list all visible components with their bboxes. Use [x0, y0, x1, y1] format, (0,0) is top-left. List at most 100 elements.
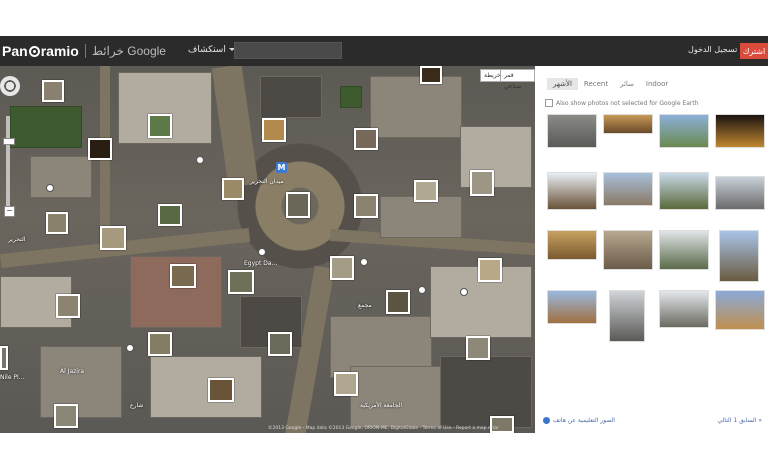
location-pin[interactable]	[460, 288, 468, 296]
photo-marker[interactable]	[56, 294, 80, 318]
photo-marker[interactable]	[478, 258, 502, 282]
checkbox-label: Also show photos not selected for Google…	[556, 99, 699, 107]
map-label: التحرير	[8, 236, 26, 243]
photo-marker[interactable]	[334, 372, 358, 396]
photo-thumbnail[interactable]	[719, 230, 759, 282]
zoom-out-button[interactable]: −	[4, 206, 15, 217]
photo-marker[interactable]	[420, 66, 442, 84]
map-label: مجمع	[358, 302, 372, 309]
photo-marker[interactable]	[268, 332, 292, 356]
map-label: Al Jazira	[60, 368, 85, 375]
panoramio-logo[interactable]: Pan ramio خرائط Google	[2, 42, 166, 60]
tab-recent[interactable]: Recent	[578, 78, 614, 90]
photo-marker[interactable]	[88, 138, 112, 160]
photo-thumbnail[interactable]	[547, 290, 597, 324]
satellite-type-button[interactable]: قمر صناعي	[500, 69, 535, 90]
location-pin[interactable]	[46, 184, 54, 192]
community-link-label: الصور التعليمية عن هاتف	[553, 417, 615, 424]
photo-marker[interactable]	[222, 178, 244, 200]
building	[40, 346, 122, 418]
zoom-slider[interactable]	[6, 116, 10, 216]
photo-marker[interactable]	[42, 80, 64, 102]
search-input[interactable]	[234, 42, 342, 59]
signin-menu[interactable]: تسجيل الدخول	[688, 45, 747, 54]
map-label: الجامعة الأمريكية	[360, 402, 403, 409]
photo-marker[interactable]	[286, 192, 310, 218]
pan-control[interactable]	[0, 76, 20, 96]
photo-thumbnail[interactable]	[715, 176, 765, 210]
photo-marker[interactable]	[386, 290, 410, 314]
photo-thumbnail[interactable]	[715, 290, 765, 330]
photo-marker[interactable]	[414, 180, 438, 202]
building	[440, 356, 532, 428]
google-earth-filter[interactable]: Also show photos not selected for Google…	[545, 99, 699, 107]
explore-menu[interactable]: استكشاف	[188, 45, 235, 55]
photo-marker[interactable]	[158, 204, 182, 226]
location-pin[interactable]	[418, 286, 426, 294]
building	[370, 76, 462, 138]
park	[10, 106, 82, 148]
map-label: شارع	[130, 402, 144, 409]
location-pin[interactable]	[196, 156, 204, 164]
satellite-map[interactable]: − خريطة قمر صناعي M التحرير ميدان التحري…	[0, 66, 535, 433]
logo-o-icon	[28, 45, 40, 57]
photo-thumbnail[interactable]	[547, 114, 597, 148]
road	[285, 265, 335, 433]
map-copyright: ©2013 Google - Map data ©2013 Google, OR…	[268, 426, 499, 431]
signin-label: تسجيل الدخول	[688, 45, 738, 54]
tab-indoor[interactable]: Indoor	[640, 78, 674, 90]
photo-marker[interactable]	[148, 114, 172, 138]
photo-tabs: الأشهر Recent سائر Indoor	[547, 78, 674, 90]
photo-marker[interactable]	[54, 404, 78, 428]
zoom-handle[interactable]	[3, 138, 15, 145]
photo-marker[interactable]	[262, 118, 286, 142]
photo-thumbnail[interactable]	[609, 290, 645, 342]
photo-marker[interactable]	[100, 226, 126, 250]
photo-marker[interactable]	[228, 270, 254, 294]
photo-marker[interactable]	[148, 332, 172, 356]
photo-marker[interactable]	[0, 346, 8, 370]
photo-marker[interactable]	[466, 336, 490, 360]
photo-thumbnail[interactable]	[603, 230, 653, 270]
photo-thumbnail[interactable]	[659, 114, 709, 148]
building	[350, 366, 442, 428]
location-pin[interactable]	[126, 344, 134, 352]
photo-marker[interactable]	[354, 194, 378, 218]
photo-thumbnail[interactable]	[547, 172, 597, 210]
checkbox[interactable]	[545, 99, 553, 107]
pagination[interactable]: السابق 1 التالي »	[717, 417, 762, 424]
pan-icon	[4, 80, 16, 92]
photo-panel: الأشهر Recent سائر Indoor Also show phot…	[535, 66, 768, 433]
photo-thumbnail[interactable]	[659, 230, 709, 270]
photo-marker[interactable]	[354, 128, 378, 150]
photo-marker[interactable]	[470, 170, 494, 196]
globe-icon	[543, 417, 550, 424]
map-label: Egypt Da...	[244, 260, 278, 267]
logo-separator	[84, 44, 86, 58]
tab-popular[interactable]: الأشهر	[547, 78, 578, 90]
join-button[interactable]: اشترك	[740, 43, 768, 59]
road	[211, 66, 259, 188]
bottom-margin	[0, 433, 768, 470]
google-maps-label: خرائط Google	[91, 44, 166, 58]
photo-thumbnail[interactable]	[715, 114, 765, 148]
top-margin	[0, 0, 768, 36]
photo-thumbnail[interactable]	[603, 172, 653, 206]
photo-thumbnail[interactable]	[603, 114, 653, 134]
photo-marker[interactable]	[330, 256, 354, 280]
photo-thumbnail[interactable]	[659, 172, 709, 210]
community-link[interactable]: الصور التعليمية عن هاتف	[543, 417, 615, 424]
tab-other[interactable]: سائر	[614, 78, 640, 90]
metro-icon: M	[276, 162, 287, 173]
location-pin[interactable]	[258, 248, 266, 256]
photo-marker[interactable]	[208, 378, 234, 402]
logo-text-end: ramio	[40, 43, 79, 59]
top-bar: Pan ramio خرائط Google استكشاف تسجيل الد…	[0, 36, 768, 66]
photo-thumbnail[interactable]	[547, 230, 597, 260]
photo-marker[interactable]	[170, 264, 196, 288]
explore-label: استكشاف	[188, 45, 226, 55]
location-pin[interactable]	[360, 258, 368, 266]
park	[340, 86, 362, 108]
photo-thumbnail[interactable]	[659, 290, 709, 328]
photo-marker[interactable]	[46, 212, 68, 234]
